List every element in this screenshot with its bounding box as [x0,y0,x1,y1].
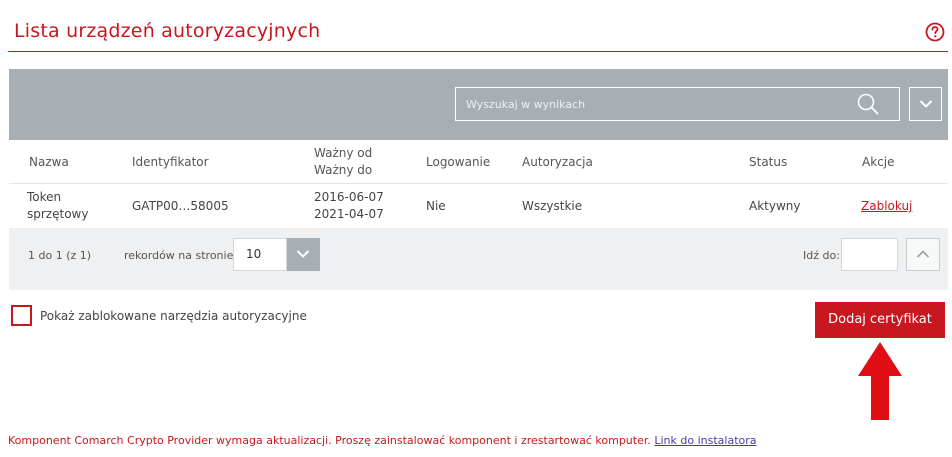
column-header-login: Logowanie [426,155,491,169]
search-toolbar [9,69,948,140]
installer-link[interactable]: Link do instalatora [654,434,756,447]
go-button[interactable] [906,238,940,271]
cell-name-line2: sprzętowy [27,207,89,221]
arrow-up-icon [858,342,902,420]
cell-identifier: GATP00…58005 [132,199,229,213]
per-page-select[interactable]: 10 [233,238,287,271]
column-header-name: Nazwa [29,155,69,169]
filter-dropdown-button[interactable] [909,87,942,121]
add-certificate-button[interactable]: Dodaj certyfikat [815,302,945,338]
title-divider [8,51,948,52]
page-title: Lista urządzeń autoryzacyjnych [14,20,321,42]
cell-valid-to: 2021-04-07 [314,207,384,221]
block-link[interactable]: Zablokuj [861,198,912,215]
per-page-dropdown-button[interactable] [287,238,320,271]
column-header-valid-from: Ważny od [314,146,373,160]
pagination-range: 1 do 1 (z 1) [28,249,92,262]
column-header-valid-to: Ważny do [314,163,373,177]
chevron-down-icon [919,100,933,108]
cell-login: Nie [426,199,446,213]
column-header-status: Status [749,155,788,169]
show-blocked-checkbox[interactable] [11,305,32,326]
footer-message: Komponent Comarch Crypto Provider wymaga… [8,434,757,447]
goto-label: Idź do: [803,249,840,262]
cell-authorization: Wszystkie [522,199,583,213]
chevron-down-icon [296,250,310,258]
per-page-label: rekordów na stronie [124,249,234,262]
column-header-authorization: Autoryzacja [522,155,593,169]
cell-valid-from: 2016-06-07 [314,190,384,204]
show-blocked-label: Pokaż zablokowane narzędzia autoryzacyjn… [40,309,307,323]
footer-text: Komponent Comarch Crypto Provider wymaga… [8,434,651,447]
pagination-bar: 1 do 1 (z 1) rekordów na stronie 10 Idź … [9,228,948,290]
search-icon[interactable] [857,93,879,115]
search-input[interactable] [455,87,900,121]
help-circle-icon[interactable] [925,22,945,42]
cell-name-line1: Token [27,190,62,204]
column-header-actions: Akcje [862,155,895,169]
column-header-identifier: Identyfikator [132,155,209,169]
goto-page-input[interactable] [841,238,898,271]
cell-status: Aktywny [749,199,801,213]
header-divider [9,183,948,184]
chevron-up-icon [916,250,930,258]
